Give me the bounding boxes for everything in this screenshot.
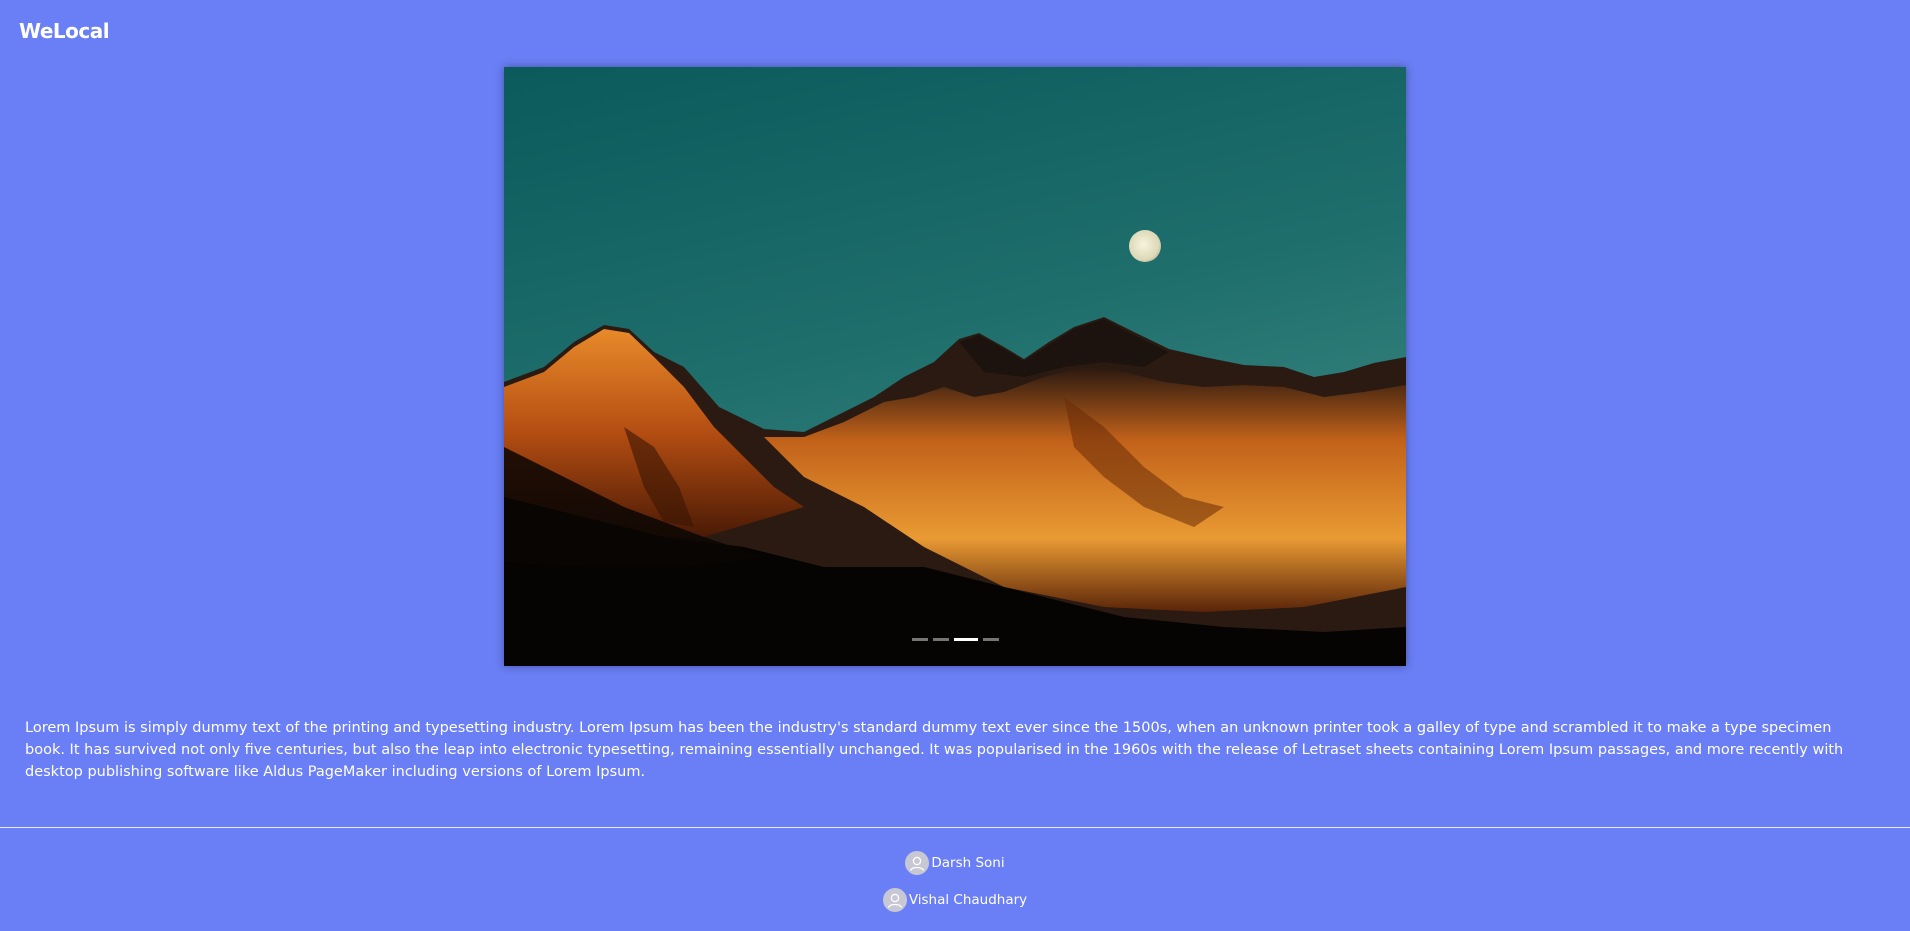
contributors-list: Darsh Soni Vishal Chaudhary xyxy=(0,851,1910,912)
carousel-indicator-1[interactable] xyxy=(911,638,928,641)
contributor-item[interactable]: Vishal Chaudhary xyxy=(882,888,1028,912)
carousel-indicators xyxy=(504,638,1406,641)
contributor-item[interactable]: Darsh Soni xyxy=(905,851,1005,875)
contributor-name: Vishal Chaudhary xyxy=(908,892,1028,908)
user-avatar-icon xyxy=(882,888,907,912)
carousel-indicator-3[interactable] xyxy=(953,638,978,641)
image-carousel[interactable] xyxy=(504,67,1406,666)
footer-divider xyxy=(0,827,1910,828)
carousel-indicator-4[interactable] xyxy=(982,638,999,641)
user-avatar-icon xyxy=(905,851,930,875)
contributor-name: Darsh Soni xyxy=(931,855,1005,871)
carousel-slide-image xyxy=(504,67,1406,666)
header: WeLocal xyxy=(19,16,110,46)
logo[interactable]: WeLocal xyxy=(19,19,110,43)
description-text: Lorem Ipsum is simply dummy text of the … xyxy=(25,720,1844,780)
carousel-indicator-2[interactable] xyxy=(932,638,949,641)
